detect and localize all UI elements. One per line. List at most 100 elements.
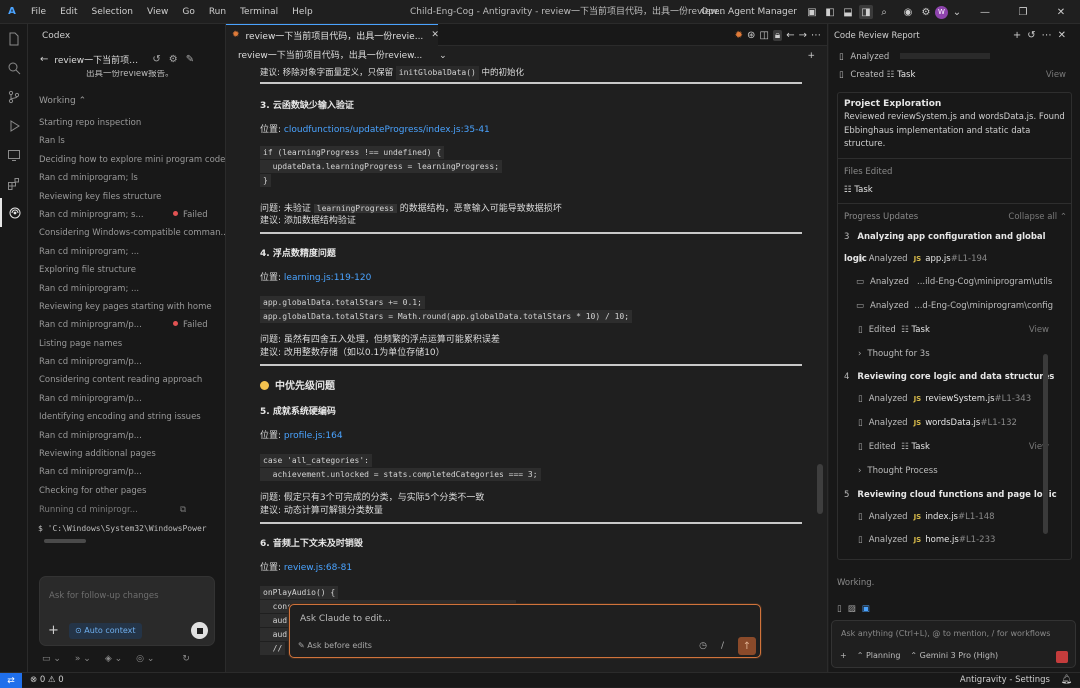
chevron-down-icon[interactable]: ⌄ (950, 5, 964, 19)
collapse-all-button[interactable]: Collapse all ⌃ (1008, 208, 1067, 226)
problems-indicator[interactable]: ⊗ 0 ⚠ 0 (30, 673, 64, 688)
back-arrow-icon[interactable]: ← (40, 54, 48, 65)
progress-item[interactable]: ▭ Analyzed ...ild-Eng-Cog\miniprogram\uti… (838, 271, 1071, 295)
menu-run[interactable]: Run (202, 0, 233, 24)
clock-icon[interactable]: ◷ (699, 641, 707, 651)
run-debug-icon[interactable] (0, 111, 28, 140)
toggle-secondary-sidebar-icon[interactable]: ◨ (859, 5, 873, 19)
search-icon[interactable]: ⌕ (877, 5, 891, 19)
view-link[interactable]: View (1029, 319, 1049, 343)
list-item[interactable]: Ran cd miniprogram; ... (39, 280, 225, 298)
copy-icon[interactable]: ⧉ (180, 500, 186, 520)
menu-view[interactable]: View (140, 0, 175, 24)
edit-mode-toggle[interactable]: ✎ Ask before edits (298, 641, 372, 650)
list-item[interactable]: Reviewing additional pages (39, 445, 225, 463)
file-icon[interactable]: ▯ (837, 604, 848, 614)
menu-edit[interactable]: Edit (53, 0, 84, 24)
list-item[interactable]: Considering Windows-compatible comman... (39, 224, 229, 242)
list-item[interactable]: Exploring file structure (39, 261, 225, 279)
progress-step[interactable]: 4 Reviewing core logic and data structure… (838, 366, 1071, 388)
list-item[interactable]: Reviewing key files structure (39, 188, 225, 206)
extensions-icon[interactable] (0, 169, 28, 198)
view-link[interactable]: View (1046, 66, 1066, 84)
openai-icon[interactable]: ⊛ (747, 30, 755, 41)
created-row[interactable]: ▯ Created ☷ Task View (829, 66, 1080, 84)
open-agent-manager-button[interactable]: Open Agent Manager (701, 7, 797, 17)
forward-arrow-icon[interactable]: → (799, 30, 807, 41)
list-item[interactable]: Ran cd miniprogram; s... Failed (39, 206, 225, 224)
list-item[interactable]: Ran cd miniprogram; ls (39, 169, 225, 187)
gear-icon[interactable]: ⚙ (169, 54, 178, 65)
progress-item[interactable]: ▯ Analyzed JS wordsData.js#L1-132 (838, 412, 1071, 436)
progress-item[interactable]: ▯ Analyzed JS reviewSystem.js#L1-343 (838, 388, 1071, 412)
settings-icon[interactable]: ◎ ⌄ (136, 654, 154, 664)
vertical-scrollbar[interactable] (1043, 354, 1048, 534)
progress-item[interactable]: ▯ Analyzed JS home.js#L1-233 (838, 529, 1071, 553)
planning-dropdown[interactable]: ⌃ Planning (857, 651, 901, 660)
tab-review[interactable]: ✹ review一下当前项目代码，出具一份revie... ✕ (226, 23, 439, 46)
monitor-icon[interactable]: ▭ ⌄ (42, 654, 61, 664)
location-link[interactable]: learning.js:119-120 (284, 273, 371, 283)
progress-item[interactable]: ▯ Analyzed JS index.js#L1-148 (838, 506, 1071, 530)
thought-item[interactable]: › Thought Process (838, 460, 1071, 484)
working-label[interactable]: Working ⌃ (28, 96, 225, 110)
remote-icon[interactable]: ⇄ (0, 673, 22, 688)
model-dropdown[interactable]: ⌃ Gemini 3 Pro (High) (910, 651, 998, 660)
menu-file[interactable]: File (24, 0, 53, 24)
new-chat-icon[interactable]: ✎ (186, 54, 194, 65)
source-control-icon[interactable] (0, 82, 28, 111)
progress-step[interactable]: 5 Reviewing cloud functions and page logi… (838, 484, 1071, 506)
add-icon[interactable]: + (840, 651, 847, 660)
auto-context-button[interactable]: ⊙ Auto context (69, 623, 142, 639)
close-icon[interactable]: ✕ (1058, 30, 1072, 41)
bell-icon[interactable]: 🔔︎ (1061, 673, 1072, 688)
fast-forward-icon[interactable]: » ⌄ (75, 654, 91, 664)
progress-step[interactable]: 3 Analyzing app configuration and global … (838, 226, 1071, 264)
toggle-primary-sidebar-icon[interactable]: ◧ (823, 5, 837, 19)
add-icon[interactable]: + (1013, 30, 1027, 41)
progress-item[interactable]: ▭ Analyzed ...d-Eng-Cog\miniprogram\confi… (838, 295, 1071, 319)
menu-help[interactable]: Help (285, 0, 320, 24)
list-item[interactable]: Ran cd miniprogram; ... (39, 243, 225, 261)
progress-item[interactable]: ▯ Edited ☷ Task View (838, 319, 1071, 343)
refresh-icon[interactable]: ↻ (182, 654, 190, 664)
list-item[interactable]: Listing page names (39, 335, 225, 353)
list-item[interactable]: Ran cd miniprogram/p... (39, 390, 225, 408)
remote-explorer-icon[interactable] (0, 140, 28, 169)
browser-icon[interactable]: ◉ (901, 5, 915, 19)
agent-icon[interactable]: ▣ (862, 604, 876, 614)
toggle-panel-icon[interactable]: ⬓ (841, 5, 855, 19)
claude-edit-input[interactable]: Ask Claude to edit... ✎ Ask before edits… (289, 604, 761, 658)
list-item[interactable]: Deciding how to explore mini program cod… (39, 151, 225, 169)
add-context-icon[interactable]: + (48, 623, 59, 638)
history-icon[interactable]: ↺ (1027, 30, 1041, 41)
send-button[interactable]: ↑ (738, 637, 756, 655)
history-icon[interactable]: ↺ (152, 54, 160, 65)
list-item[interactable]: Ran cd miniprogram/p... (39, 427, 225, 445)
lock-icon[interactable]: 🔒︎ (772, 29, 783, 41)
breadcrumb[interactable]: review一下当前项目代码，出具一份review... ⌄ + (226, 46, 827, 66)
claude-icon[interactable]: ✹ (735, 30, 743, 41)
gear-icon[interactable]: ⚙ (919, 5, 933, 19)
location-link[interactable]: cloudfunctions/updateProgress/index.js:3… (284, 125, 490, 135)
list-item[interactable]: Starting repo inspection (39, 114, 225, 132)
list-item[interactable]: Identifying encoding and string issues (39, 408, 225, 426)
agent-chat-input[interactable]: Ask anything (Ctrl+L), @ to mention, / f… (831, 620, 1076, 668)
stop-button[interactable] (1056, 651, 1068, 663)
stop-button[interactable] (191, 622, 208, 639)
menu-go[interactable]: Go (175, 0, 201, 24)
add-icon[interactable]: + (807, 46, 815, 66)
vertical-scrollbar[interactable] (817, 464, 823, 514)
layout-icon[interactable]: ▣ (805, 5, 819, 19)
list-item[interactable]: Ran ls (39, 132, 225, 150)
maximize-icon[interactable]: ❐ (1004, 0, 1042, 24)
back-arrow-icon[interactable]: ← (786, 30, 794, 41)
search-icon[interactable] (0, 53, 28, 82)
minimize-icon[interactable]: — (966, 0, 1004, 24)
more-icon[interactable]: ⋯ (1042, 30, 1058, 41)
horizontal-scrollbar[interactable] (38, 538, 215, 544)
task-file[interactable]: ☷ Task (838, 181, 1071, 199)
list-item[interactable]: Considering content reading approach (39, 371, 225, 389)
list-item[interactable]: Checking for other pages (39, 482, 225, 500)
analyzed-row[interactable]: ▯ Analyzed (829, 48, 1080, 66)
